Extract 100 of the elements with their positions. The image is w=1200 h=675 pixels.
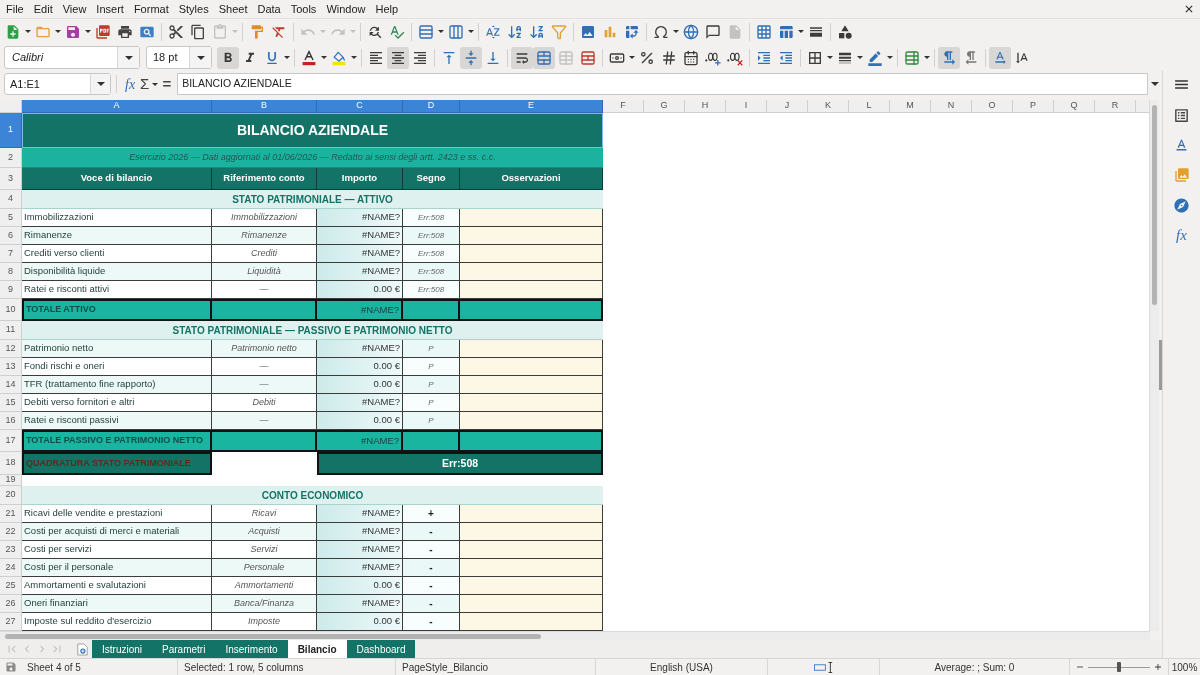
row-header[interactable]: 23 xyxy=(0,541,22,559)
horizontal-scrollbar[interactable] xyxy=(0,631,1150,640)
column-header[interactable]: J xyxy=(767,100,808,113)
sheet-tab[interactable]: Dashboard xyxy=(346,640,416,658)
scrollbar-thumb[interactable] xyxy=(5,633,541,639)
row-header[interactable]: 25 xyxy=(0,577,22,595)
font-name-field[interactable]: Calibri xyxy=(4,46,140,69)
menu-item[interactable]: Styles xyxy=(173,0,214,18)
row-header[interactable]: 21 xyxy=(0,505,22,523)
row-header[interactable]: 20 xyxy=(0,486,22,505)
sheet-cell: - xyxy=(403,577,460,595)
column-header[interactable]: L xyxy=(849,100,890,113)
column-header[interactable]: E xyxy=(460,100,603,113)
menu-item[interactable]: Format xyxy=(128,0,174,18)
sheet-cell: Costi per servizi xyxy=(22,541,212,559)
column-header[interactable]: M xyxy=(890,100,931,113)
row-header[interactable]: 2 xyxy=(0,148,22,168)
menu-item[interactable]: Help xyxy=(370,0,404,18)
caret-icon xyxy=(152,82,159,86)
row-header[interactable]: 24 xyxy=(0,559,22,577)
menu-item[interactable]: View xyxy=(57,0,92,18)
row-header[interactable]: 3 xyxy=(0,168,22,190)
row-header[interactable]: 1 xyxy=(0,113,22,148)
row-header[interactable]: 10 xyxy=(0,299,22,321)
formula-button[interactable]: = xyxy=(159,73,175,95)
bold-button[interactable] xyxy=(217,46,239,69)
merge-and-center-button[interactable] xyxy=(533,46,555,69)
column-header[interactable]: F xyxy=(603,100,644,113)
row-header[interactable]: 13 xyxy=(0,358,22,376)
column-header[interactable]: R xyxy=(1095,100,1136,113)
text-horizontal-button[interactable] xyxy=(989,46,1011,69)
align-center-button[interactable] xyxy=(387,46,409,69)
row-header[interactable]: 8 xyxy=(0,263,22,281)
zoom-slider-thumb[interactable] xyxy=(1117,662,1121,672)
vertical-scrollbar[interactable] xyxy=(1149,100,1159,631)
caret-icon xyxy=(350,30,356,33)
row-header[interactable]: 14 xyxy=(0,376,22,394)
row-header[interactable]: 26 xyxy=(0,595,22,613)
sheet-cell: - xyxy=(403,541,460,559)
menu-item[interactable]: Window xyxy=(321,0,371,18)
column-header[interactable]: K xyxy=(808,100,849,113)
font-size-field[interactable]: 18 pt xyxy=(146,46,212,69)
sheet-cell: #NAME? xyxy=(317,263,403,281)
row-header[interactable]: 6 xyxy=(0,227,22,245)
scrollbar-thumb[interactable] xyxy=(1152,105,1157,305)
row-header[interactable]: 11 xyxy=(0,321,22,340)
sheet-cell: Ricavi delle vendite e prestazioni xyxy=(22,505,212,523)
row-header[interactable]: 22 xyxy=(0,523,22,541)
menu-item[interactable]: Data xyxy=(252,0,286,18)
sheet-cell: Err:508 xyxy=(403,245,460,263)
zoom-slider[interactable] xyxy=(1088,662,1150,672)
column-header[interactable]: O xyxy=(972,100,1013,113)
column-header[interactable]: H xyxy=(685,100,726,113)
left-to-right-button[interactable] xyxy=(938,46,960,69)
sheet-cell: Debiti xyxy=(212,394,317,412)
sheet-tab[interactable]: Parametri xyxy=(152,640,216,658)
sheet-tab[interactable]: Bilancio xyxy=(287,640,347,658)
row-header[interactable]: 19 xyxy=(0,475,22,486)
row-header[interactable]: 17 xyxy=(0,430,22,452)
menu-item[interactable]: Insert xyxy=(91,0,129,18)
row-header[interactable]: 9 xyxy=(0,281,22,299)
column-header[interactable]: B xyxy=(212,100,317,113)
add-sheet-button[interactable] xyxy=(74,640,90,658)
column-header[interactable]: C xyxy=(317,100,403,113)
row-header[interactable]: 16 xyxy=(0,412,22,430)
row-header[interactable]: 15 xyxy=(0,394,22,412)
sheet-cell: #NAME? xyxy=(317,541,403,559)
column-header[interactable]: N xyxy=(931,100,972,113)
sheet-cell: — xyxy=(212,376,317,394)
sum-button[interactable]: Σ xyxy=(138,73,152,95)
functions-button[interactable]: fx xyxy=(1173,224,1190,246)
column-header[interactable]: D xyxy=(403,100,460,113)
menu-item[interactable]: Tools xyxy=(285,0,322,18)
sheet-cell: P xyxy=(403,340,460,358)
row-header[interactable]: 7 xyxy=(0,245,22,263)
menu-item[interactable]: Edit xyxy=(28,0,58,18)
sheet-tab[interactable]: Inserimento xyxy=(215,640,288,658)
split-handle[interactable] xyxy=(1159,340,1162,390)
dropdown-button[interactable] xyxy=(189,47,211,68)
column-header[interactable]: A xyxy=(22,100,212,113)
menu-item[interactable]: File xyxy=(1,0,29,18)
sheet-cell: #NAME? xyxy=(317,245,403,263)
column-header[interactable]: Q xyxy=(1054,100,1095,113)
row-header[interactable]: 4 xyxy=(0,190,22,209)
column-header[interactable]: I xyxy=(726,100,767,113)
row-header[interactable]: 18 xyxy=(0,452,22,475)
column-header[interactable]: G xyxy=(644,100,685,113)
menu-item[interactable]: Sheet xyxy=(213,0,253,18)
sheet-tab[interactable]: Istruzioni xyxy=(92,640,152,658)
row-header[interactable]: 5 xyxy=(0,209,22,227)
dropdown-button[interactable] xyxy=(117,47,139,68)
wrap-text-button[interactable] xyxy=(511,46,533,69)
column-header[interactable]: P xyxy=(1013,100,1054,113)
name-box[interactable]: A1:E1 xyxy=(4,73,111,95)
formula-input[interactable]: BILANCIO AZIENDALE xyxy=(177,73,1148,95)
dropdown-button[interactable] xyxy=(90,74,110,94)
hash-icon xyxy=(661,49,677,66)
row-header[interactable]: 12 xyxy=(0,340,22,358)
function-wizard-button[interactable]: fx xyxy=(122,73,139,95)
row-header[interactable]: 27 xyxy=(0,613,22,631)
